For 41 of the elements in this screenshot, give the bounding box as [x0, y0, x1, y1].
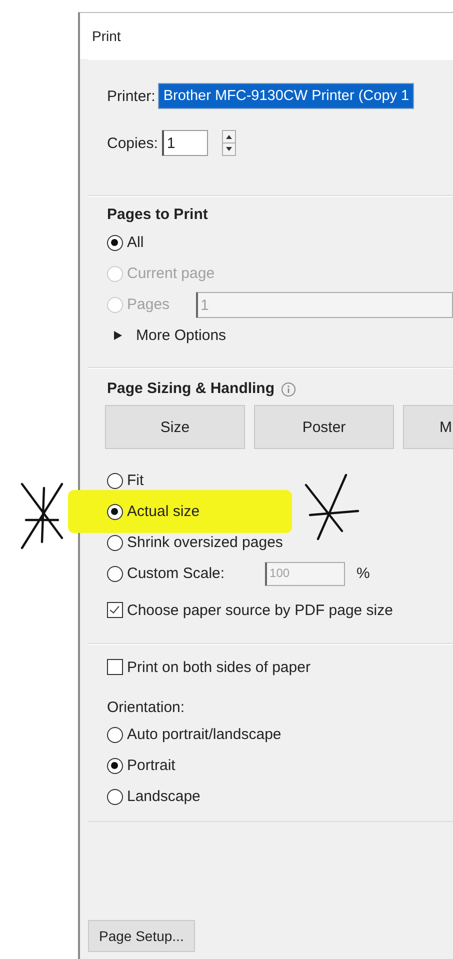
- hand-drawn-asterisk-drawing: [304, 473, 360, 543]
- radio-button[interactable]: [107, 566, 123, 582]
- section-title: Pages to Print: [107, 205, 209, 225]
- option-label: Shrink oversized pages: [127, 534, 283, 551]
- mode-button[interactable]: Poster: [254, 405, 394, 449]
- radio-button[interactable]: [107, 534, 123, 550]
- window-title: Print: [92, 28, 121, 44]
- orientation-label: Orientation:: [107, 699, 186, 718]
- radio-button[interactable]: [107, 758, 123, 774]
- option-label: Landscape: [127, 788, 200, 805]
- radio-button[interactable]: [107, 504, 123, 520]
- mode-button[interactable]: Size: [105, 405, 245, 449]
- checkbox-label: Choose paper source by PDF page size: [127, 602, 393, 618]
- option-label: Current page: [127, 265, 215, 282]
- section-title: Page Sizing & Handling: [107, 379, 275, 399]
- radio-button[interactable]: [107, 726, 123, 742]
- option-label: Pages: [127, 296, 170, 313]
- option-label: Portrait: [127, 757, 176, 774]
- expand-triangle-icon[interactable]: [114, 330, 122, 340]
- radio-button[interactable]: [107, 788, 123, 804]
- checkbox[interactable]: [107, 659, 123, 675]
- more-options-link[interactable]: More Options: [136, 326, 226, 344]
- checkbox[interactable]: [107, 602, 123, 618]
- spinner-icon[interactable]: [222, 130, 236, 156]
- percent-label: %: [356, 565, 370, 582]
- info-icon[interactable]: [280, 382, 296, 396]
- radio-button[interactable]: [107, 472, 123, 488]
- printer-dropdown[interactable]: Brother MFC-9130CW Printer (Copy 1: [158, 83, 414, 109]
- printer-label: Printer:: [107, 88, 156, 104]
- option-label: Auto portrait/landscape: [127, 726, 282, 743]
- checkbox-label: Print on both sides of paper: [127, 658, 310, 676]
- page-setup-button[interactable]: Page Setup...: [88, 920, 195, 952]
- radio-button[interactable]: [107, 234, 123, 250]
- option-label: Fit: [127, 472, 144, 489]
- mode-button[interactable]: M: [403, 405, 453, 449]
- copies-field[interactable]: 1: [162, 130, 208, 156]
- option-label: All: [127, 234, 144, 251]
- hand-drawn-asterisk-drawing: [18, 480, 66, 552]
- option-label: Actual size: [127, 503, 200, 520]
- copies-label: Copies:: [107, 134, 158, 152]
- option-label: Custom Scale:: [127, 565, 225, 582]
